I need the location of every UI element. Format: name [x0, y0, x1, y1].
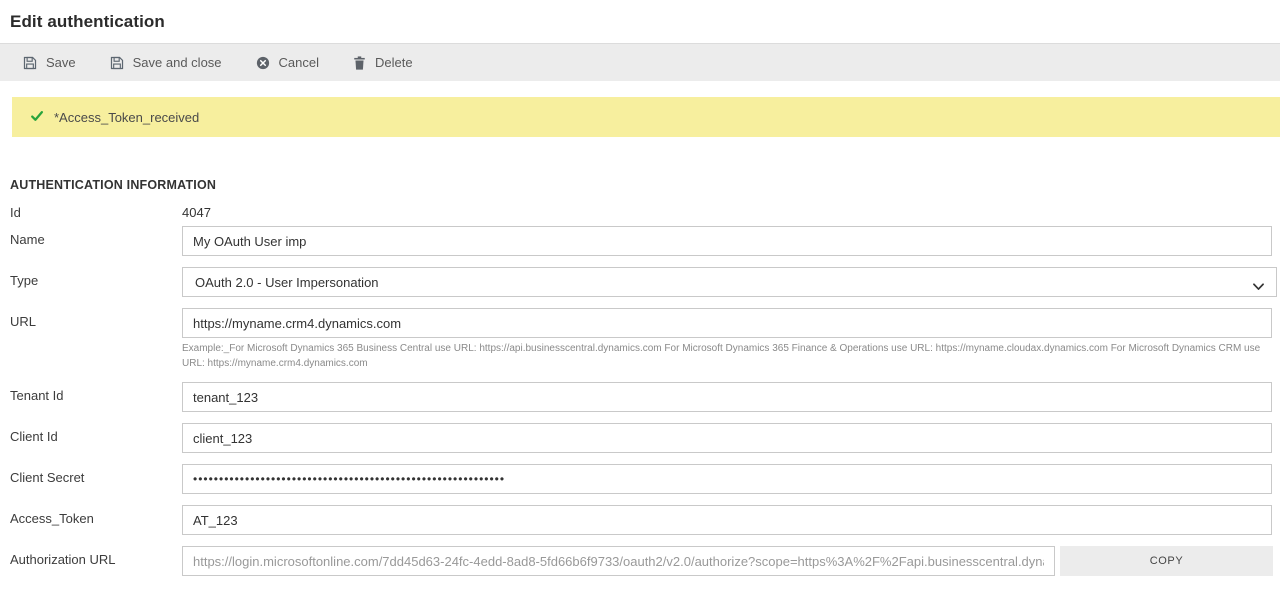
- access-token-input[interactable]: [182, 505, 1272, 535]
- delete-button[interactable]: Delete: [336, 44, 430, 81]
- tenant-id-row: Tenant Id: [10, 382, 1280, 412]
- copy-button[interactable]: COPY: [1060, 546, 1273, 576]
- url-input[interactable]: [182, 308, 1272, 338]
- checkmark-icon: [30, 109, 44, 126]
- save-icon: [110, 56, 124, 70]
- save-icon: [23, 56, 37, 70]
- name-input[interactable]: [182, 226, 1272, 256]
- authorization-url-row: Authorization URL COPY: [10, 546, 1280, 576]
- save-and-close-button-label: Save and close: [132, 55, 222, 70]
- type-row: Type OAuth 2.0 - User Impersonation: [10, 267, 1280, 297]
- authorization-url-label: Authorization URL: [10, 552, 116, 567]
- cancel-button[interactable]: Cancel: [239, 44, 336, 81]
- client-id-label: Client Id: [10, 429, 58, 444]
- url-help-text: Example:_For Microsoft Dynamics 365 Busi…: [182, 343, 1261, 369]
- toolbar: Save Save and close Cancel Delete: [0, 44, 1280, 81]
- type-select[interactable]: OAuth 2.0 - User Impersonation: [182, 267, 1277, 297]
- access-token-label: Access_Token: [10, 511, 94, 526]
- delete-icon: [353, 55, 366, 70]
- client-secret-row: Client Secret: [10, 464, 1280, 494]
- save-and-close-button[interactable]: Save and close: [93, 44, 239, 81]
- name-row: Name: [10, 226, 1280, 256]
- authorization-url-input[interactable]: [182, 546, 1055, 576]
- cancel-icon: [256, 56, 270, 70]
- url-row: URL Example:_For Microsoft Dynamics 365 …: [10, 308, 1280, 371]
- name-label: Name: [10, 232, 45, 247]
- id-label: Id: [10, 205, 21, 220]
- client-secret-input[interactable]: [182, 464, 1272, 494]
- authentication-form: AUTHENTICATION INFORMATION Id 4047 Name …: [0, 137, 1280, 576]
- tenant-id-label: Tenant Id: [10, 388, 64, 403]
- cancel-button-label: Cancel: [278, 55, 320, 70]
- client-id-row: Client Id: [10, 423, 1280, 453]
- client-secret-label: Client Secret: [10, 470, 85, 485]
- notification-bar: *Access_Token_received: [12, 97, 1280, 137]
- delete-button-label: Delete: [375, 55, 413, 70]
- access-token-row: Access_Token: [10, 505, 1280, 535]
- tenant-id-input[interactable]: [182, 382, 1272, 412]
- page-header: Edit authentication: [0, 0, 1280, 44]
- url-label: URL: [10, 314, 37, 329]
- client-id-input[interactable]: [182, 423, 1272, 453]
- save-button-label: Save: [46, 55, 76, 70]
- notification-message: *Access_Token_received: [54, 109, 200, 125]
- id-row: Id 4047: [10, 205, 1280, 220]
- type-label: Type: [10, 273, 39, 288]
- page-title: Edit authentication: [10, 12, 165, 31]
- id-value: 4047: [182, 205, 211, 220]
- section-title: AUTHENTICATION INFORMATION: [10, 178, 217, 192]
- save-button[interactable]: Save: [6, 44, 93, 81]
